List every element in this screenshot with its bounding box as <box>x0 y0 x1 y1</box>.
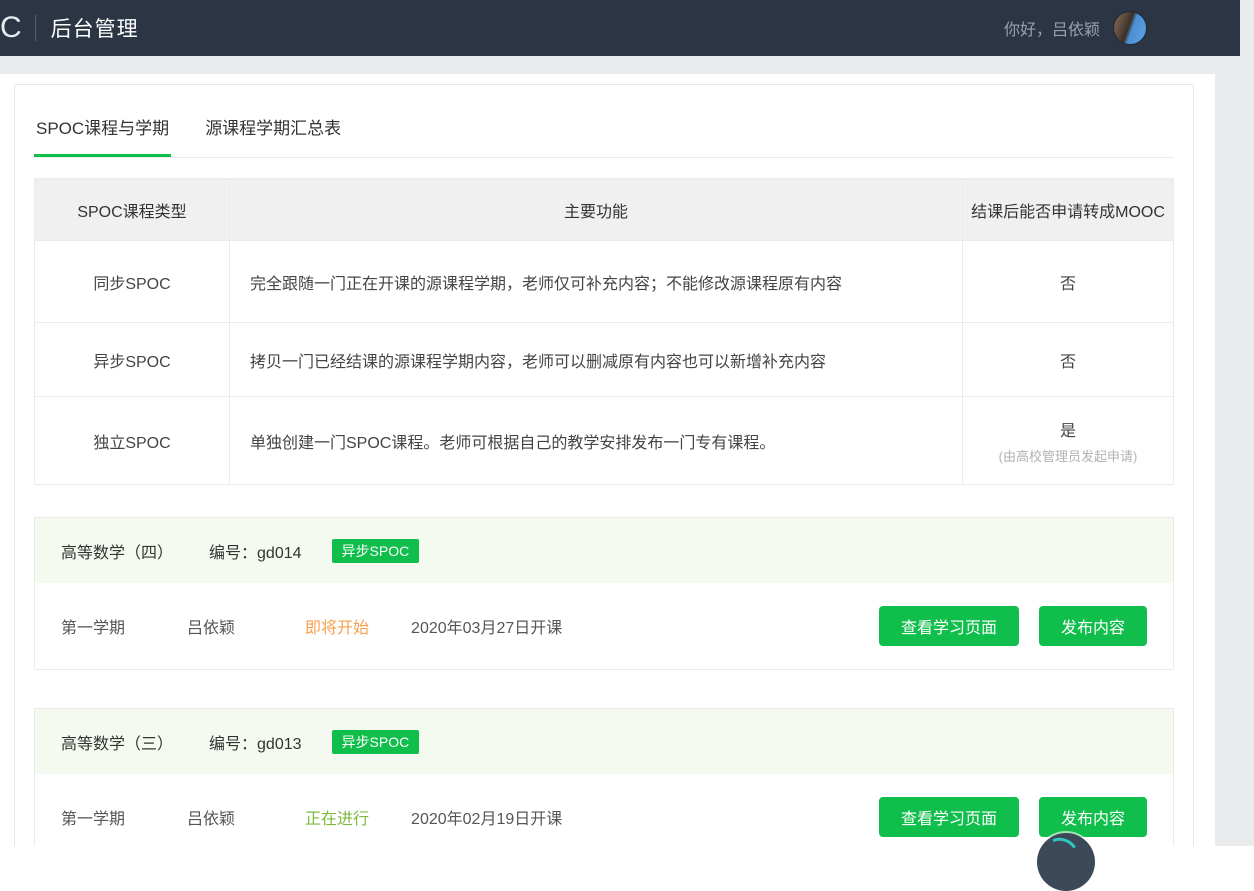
status-badge: 正在进行 <box>305 805 369 829</box>
top-bar: C 后台管理 你好，吕依颖 <box>0 0 1240 56</box>
status-badge: 即将开始 <box>305 614 369 638</box>
cell-mooc: 是 (由高校管理员发起申请) <box>963 397 1174 485</box>
start-date: 2020年03月27日开课 <box>411 614 562 638</box>
publish-content-button[interactable]: 发布内容 <box>1039 797 1147 837</box>
course-code: 编号：gd014 <box>209 539 302 563</box>
main-card: SPOC课程与学期 源课程学期汇总表 SPOC课程类型 主要功能 结课后能否申请… <box>14 84 1194 846</box>
table-header-row: SPOC课程类型 主要功能 结课后能否申请转成MOOC <box>35 179 1174 241</box>
term-row: 第一学期 吕依颖 即将开始 2020年03月27日开课 查看学习页面 发布内容 <box>35 583 1173 669</box>
cell-type: 同步SPOC <box>35 241 230 323</box>
mooc-value: 否 <box>1060 276 1076 293</box>
floating-helper-widget[interactable] <box>1037 833 1095 891</box>
publish-content-button[interactable]: 发布内容 <box>1039 606 1147 646</box>
mooc-value: 否 <box>1060 354 1076 371</box>
cell-type: 独立SPOC <box>35 397 230 485</box>
tab-spoc-courses[interactable]: SPOC课程与学期 <box>34 97 171 157</box>
cell-description: 完全跟随一门正在开课的源课程学期，老师仅可补充内容；不能修改源课程原有内容 <box>230 241 963 323</box>
table-row: 同步SPOC 完全跟随一门正在开课的源课程学期，老师仅可补充内容；不能修改源课程… <box>35 241 1174 323</box>
cell-mooc: 否 <box>963 323 1174 397</box>
view-learning-page-button[interactable]: 查看学习页面 <box>879 797 1019 837</box>
table-row: 独立SPOC 单独创建一门SPOC课程。老师可根据自己的教学安排发布一门专有课程… <box>35 397 1174 485</box>
header-divider <box>35 15 36 41</box>
term-row: 第一学期 吕依颖 正在进行 2020年02月19日开课 查看学习页面 发布内容 <box>35 774 1173 846</box>
course-code: 编号：gd013 <box>209 730 302 754</box>
tab-source-course-summary[interactable]: 源课程学期汇总表 <box>203 97 343 157</box>
widget-arc-icon <box>1040 833 1082 872</box>
course-title: 高等数学（三） <box>61 730 173 754</box>
course-header: 高等数学（四） 编号：gd014 异步SPOC <box>35 518 1173 583</box>
logo-partial: C <box>0 0 22 56</box>
start-date: 2020年02月19日开课 <box>411 805 562 829</box>
course-block-gd014: 高等数学（四） 编号：gd014 异步SPOC 第一学期 吕依颖 即将开始 20… <box>34 517 1174 670</box>
tab-bar: SPOC课程与学期 源课程学期汇总表 <box>34 97 1174 158</box>
cell-type: 异步SPOC <box>35 323 230 397</box>
user-greeting: 你好，吕依颖 <box>1004 16 1100 40</box>
avatar[interactable] <box>1113 11 1147 45</box>
scrollbar-track[interactable] <box>1215 56 1254 846</box>
cell-mooc: 否 <box>963 241 1174 323</box>
mooc-note: (由高校管理员发起申请) <box>963 446 1173 465</box>
course-type-badge: 异步SPOC <box>332 539 420 563</box>
column-header-function: 主要功能 <box>230 179 963 241</box>
header-shadow-band <box>0 56 1254 74</box>
teacher-name: 吕依颖 <box>187 805 235 829</box>
term-label: 第一学期 <box>61 805 125 829</box>
page-title: 后台管理 <box>51 13 139 43</box>
course-title: 高等数学（四） <box>61 539 173 563</box>
course-block-gd013: 高等数学（三） 编号：gd013 异步SPOC 第一学期 吕依颖 正在进行 20… <box>34 708 1174 846</box>
view-learning-page-button[interactable]: 查看学习页面 <box>879 606 1019 646</box>
table-row: 异步SPOC 拷贝一门已经结课的源课程学期内容，老师可以删减原有内容也可以新增补… <box>35 323 1174 397</box>
cell-description: 单独创建一门SPOC课程。老师可根据自己的教学安排发布一门专有课程。 <box>230 397 963 485</box>
term-label: 第一学期 <box>61 614 125 638</box>
column-header-type: SPOC课程类型 <box>35 179 230 241</box>
scrollbar-track-top[interactable] <box>1240 0 1254 56</box>
column-header-mooc: 结课后能否申请转成MOOC <box>963 179 1174 241</box>
mooc-value: 是 <box>1060 423 1076 440</box>
course-type-badge: 异步SPOC <box>332 730 420 754</box>
course-header: 高等数学（三） 编号：gd013 异步SPOC <box>35 709 1173 774</box>
spoc-type-table: SPOC课程类型 主要功能 结课后能否申请转成MOOC 同步SPOC 完全跟随一… <box>34 178 1174 485</box>
cell-description: 拷贝一门已经结课的源课程学期内容，老师可以删减原有内容也可以新增补充内容 <box>230 323 963 397</box>
teacher-name: 吕依颖 <box>187 614 235 638</box>
